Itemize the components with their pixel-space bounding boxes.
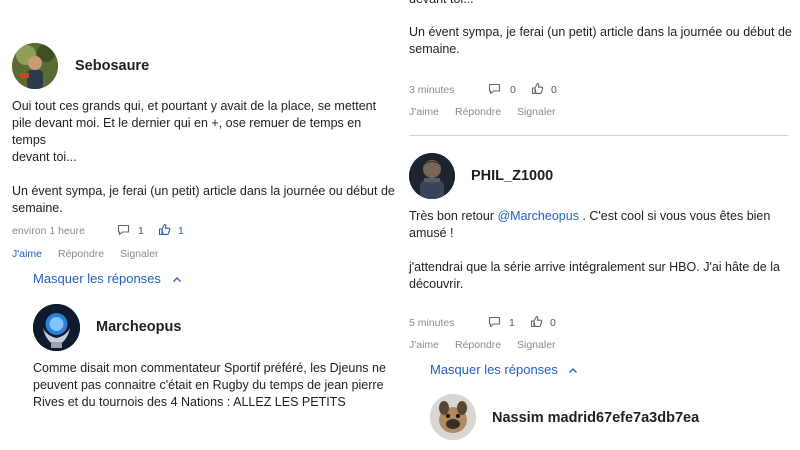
like-button[interactable]: J'aime xyxy=(409,339,439,351)
comment-text-line: pile devant moi. Et le dernier qui en +,… xyxy=(12,116,362,147)
thumbs-up-icon[interactable] xyxy=(158,223,171,236)
like-count: 0 xyxy=(551,84,557,96)
hide-replies-toggle[interactable]: Masquer les réponses xyxy=(430,362,558,377)
reply-button[interactable]: Répondre xyxy=(455,339,501,351)
chevron-up-icon[interactable] xyxy=(172,276,182,283)
avatar-sebosaure[interactable] xyxy=(12,43,58,89)
avatar-marcheopus[interactable] xyxy=(33,304,80,351)
comment-text-line: devant toi... xyxy=(12,150,77,164)
reply-username[interactable]: Marcheopus xyxy=(96,319,181,335)
comment-text-line: Très bon retour @Marcheopus . C'est cool… xyxy=(409,208,794,225)
reply-button[interactable]: Répondre xyxy=(58,248,104,260)
comment-text-line: j'attendrai que la série arrive intégral… xyxy=(409,260,780,274)
comment-text-line: semaine. xyxy=(12,201,63,215)
hide-replies-toggle[interactable]: Masquer les réponses xyxy=(33,271,161,286)
report-button[interactable]: Signaler xyxy=(517,106,556,118)
avatar-image xyxy=(409,153,455,199)
avatar-image xyxy=(33,304,80,351)
comment-text-line xyxy=(12,166,397,183)
comment-username[interactable]: Sebosaure xyxy=(75,58,149,74)
like-button[interactable]: J'aime xyxy=(12,248,42,260)
comment-timestamp: 5 minutes xyxy=(409,317,455,329)
user-mention-link[interactable]: @Marcheopus xyxy=(497,209,578,223)
reply-button[interactable]: Répondre xyxy=(455,106,501,118)
comment-username[interactable]: PHIL_Z1000 xyxy=(471,168,553,184)
comment-text: Un évent sympa, je ferai (un petit) arti… xyxy=(409,24,794,58)
like-count: 1 xyxy=(178,225,184,237)
avatar-nassim[interactable] xyxy=(430,394,476,440)
like-button[interactable]: J'aime xyxy=(409,106,439,118)
avatar-phil-z1000[interactable] xyxy=(409,153,455,199)
comment-divider xyxy=(409,135,788,136)
reply-username[interactable]: Nassim madrid67efe7a3db7ea xyxy=(492,410,699,426)
text-segment: Très bon retour xyxy=(409,209,498,223)
partial-text-line: devant toi... xyxy=(409,0,474,8)
report-button[interactable]: Signaler xyxy=(120,248,159,260)
thumbs-up-icon[interactable] xyxy=(531,82,544,95)
comment-text-line: amusé ! xyxy=(409,226,454,240)
comment-text-line: semaine. xyxy=(409,42,460,56)
reply-text-line: Comme disait mon commentateur Sportif pr… xyxy=(33,361,386,375)
comment-timestamp: environ 1 heure xyxy=(12,225,85,237)
report-button[interactable]: Signaler xyxy=(517,339,556,351)
comment-text-line: découvrir. xyxy=(409,277,464,291)
avatar-image xyxy=(430,394,476,440)
comment-timestamp: 3 minutes xyxy=(409,84,455,96)
comment-count: 1 xyxy=(509,317,515,329)
comment-text-line xyxy=(409,242,794,259)
like-count: 0 xyxy=(550,317,556,329)
avatar-image xyxy=(12,43,58,89)
comment-text-line: Un évent sympa, je ferai (un petit) arti… xyxy=(12,184,395,198)
text-segment: . C'est cool si vous vous êtes bien xyxy=(578,209,771,223)
thumbs-up-icon[interactable] xyxy=(530,315,543,328)
comment-count: 0 xyxy=(510,84,516,96)
comment-bubble-icon[interactable] xyxy=(117,224,130,236)
comment-text-line: Oui tout ces grands qui, et pourtant y a… xyxy=(12,99,377,113)
comment-bubble-icon[interactable] xyxy=(488,316,501,328)
comment-text: Oui tout ces grands qui, et pourtant y a… xyxy=(12,98,397,217)
comment-text: Très bon retour @Marcheopus . C'est cool… xyxy=(409,208,794,293)
reply-text: Comme disait mon commentateur Sportif pr… xyxy=(33,360,403,411)
chevron-up-icon[interactable] xyxy=(568,367,578,374)
comment-count: 1 xyxy=(138,225,144,237)
comment-text-line: Un évent sympa, je ferai (un petit) arti… xyxy=(409,25,792,39)
comment-bubble-icon[interactable] xyxy=(488,83,501,95)
reply-text-line: peuvent pas connaitre c'était en Rugby d… xyxy=(33,378,384,392)
reply-text-line: Rives et du tournois des 4 Nations : ALL… xyxy=(33,395,346,409)
